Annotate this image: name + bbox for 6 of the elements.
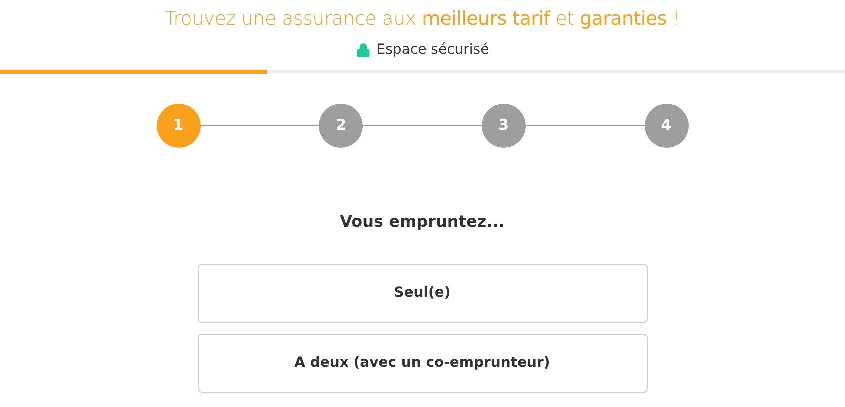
option-button[interactable]: A deux (avec un co-emprunteur): [198, 334, 648, 392]
page-title: Trouvez une assurance aux meilleurs tarif et garanties !: [165, 7, 680, 32]
option-button[interactable]: Seul(e): [198, 264, 648, 322]
secure-label: Espace sécurisé: [376, 40, 490, 60]
lock-icon: [356, 42, 371, 58]
question: Vous empruntez...: [340, 210, 505, 232]
